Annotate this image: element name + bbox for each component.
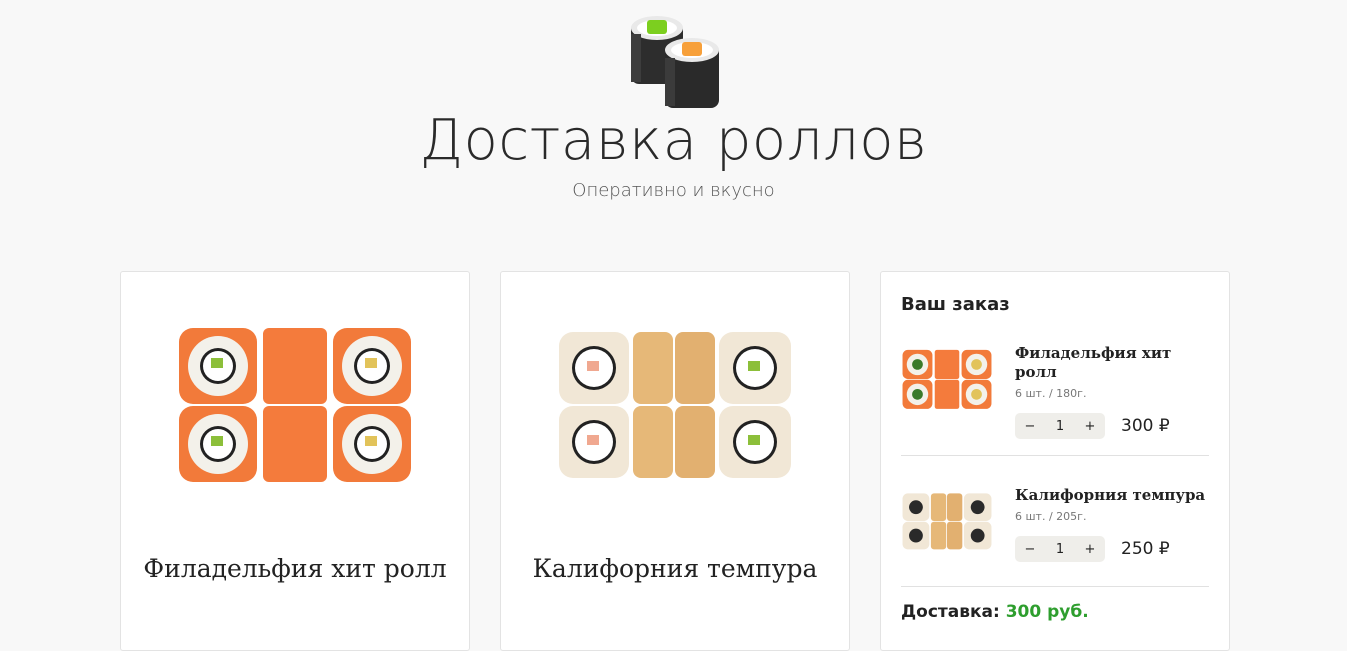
cart-item-meta: 6 шт. / 205г. xyxy=(1015,510,1087,523)
delivery-label: Доставка: xyxy=(901,602,1000,622)
philadelphia-roll-image[interactable] xyxy=(175,324,415,488)
cart-item-name: Калифорния темпура xyxy=(1015,486,1206,504)
cart-item-meta: 6 шт. / 180г. xyxy=(1015,387,1087,400)
california-tempura-image[interactable] xyxy=(555,328,795,484)
product-card[interactable]: Калифорния темпура xyxy=(500,271,850,651)
quantity-stepper: − 1 + xyxy=(1015,413,1105,439)
product-name[interactable]: Калифорния темпура xyxy=(501,554,849,583)
cart-title: Ваш заказ xyxy=(901,294,1010,315)
cart-item: Калифорния темпура 6 шт. / 205г. − 1 + 2… xyxy=(901,486,1209,586)
product-card[interactable]: Филадельфия хит ролл xyxy=(120,271,470,651)
philadelphia-roll-thumbnail xyxy=(901,348,993,414)
sushi-rolls-icon xyxy=(629,14,721,110)
divider xyxy=(901,455,1209,456)
increase-button[interactable]: + xyxy=(1075,419,1105,434)
page-title: Доставка роллов xyxy=(419,108,928,173)
product-name[interactable]: Филадельфия хит ролл xyxy=(121,554,469,583)
page-subtitle: Оперативно и вкусно xyxy=(572,180,775,201)
decrease-button[interactable]: − xyxy=(1015,542,1045,557)
delivery-cost: Доставка: 300 руб. xyxy=(901,602,1089,622)
quantity-value: 1 xyxy=(1055,541,1065,557)
cart-item-name: Филадельфия хит ролл xyxy=(1015,344,1172,381)
quantity-value: 1 xyxy=(1055,418,1065,434)
california-tempura-thumbnail xyxy=(901,490,993,556)
cart-item: Филадельфия хит ролл 6 шт. / 180г. − 1 +… xyxy=(901,344,1209,444)
divider xyxy=(901,586,1209,587)
increase-button[interactable]: + xyxy=(1075,542,1105,557)
cart-item-price: 250 ₽ xyxy=(1121,539,1170,559)
quantity-stepper: − 1 + xyxy=(1015,536,1105,562)
delivery-value: 300 руб. xyxy=(1005,602,1089,622)
order-cart: Ваш заказ Филадельфия хит ролл 6 шт. / 1… xyxy=(880,271,1230,651)
cart-item-price: 300 ₽ xyxy=(1121,416,1170,436)
decrease-button[interactable]: − xyxy=(1015,419,1045,434)
